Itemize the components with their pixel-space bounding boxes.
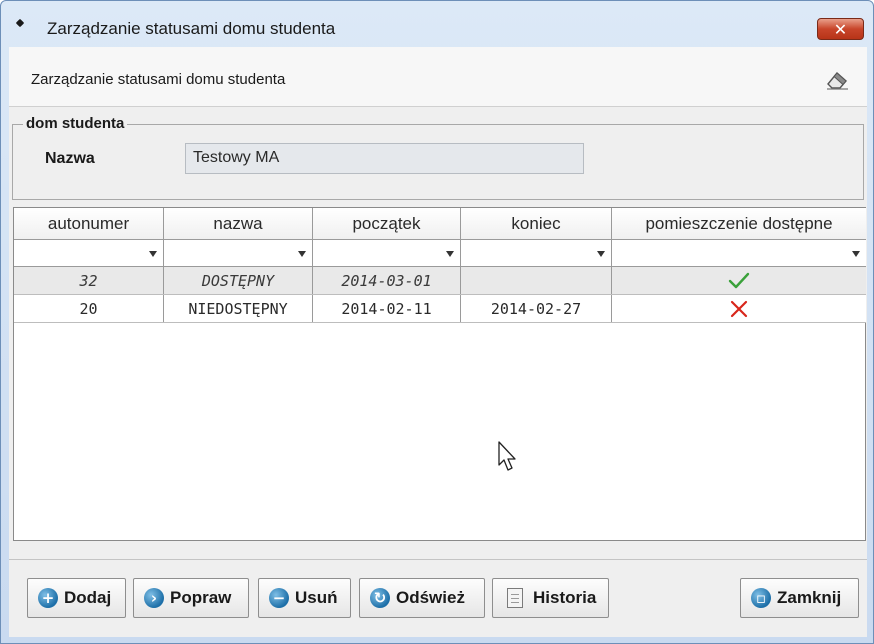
window-title: Zarządzanie statusami domu studenta bbox=[47, 19, 336, 38]
column-header-autonumer[interactable]: autonumer bbox=[14, 208, 164, 239]
add-button[interactable]: + Dodaj bbox=[27, 578, 126, 618]
table-row[interactable]: 20 NIEDOSTĘPNY 2014-02-11 2014-02-27 bbox=[14, 295, 866, 323]
cell-autonumer: 32 bbox=[14, 267, 164, 294]
filter-dostepne[interactable] bbox=[612, 240, 866, 266]
close-button-label: Zamknij bbox=[777, 588, 842, 607]
header-panel: Zarządzanie statusami domu studenta bbox=[9, 47, 867, 107]
history-button[interactable]: Historia bbox=[492, 578, 609, 618]
cell-poczatek: 2014-03-01 bbox=[313, 267, 461, 294]
cell-dostepne bbox=[612, 267, 866, 294]
history-button-label: Historia bbox=[533, 588, 597, 607]
cell-dostepne bbox=[612, 295, 866, 322]
title-bar[interactable]: Zarządzanie statusami domu studenta ✕ bbox=[1, 1, 873, 47]
column-header-dostepne[interactable]: pomieszczenie dostępne bbox=[612, 208, 866, 239]
column-header-koniec[interactable]: koniec bbox=[461, 208, 612, 239]
column-header-poczatek[interactable]: początek bbox=[313, 208, 461, 239]
table-filter-row bbox=[14, 240, 866, 267]
dorm-legend: dom studenta bbox=[23, 115, 128, 132]
header-title: Zarządzanie statusami domu studenta bbox=[31, 71, 286, 88]
filter-poczatek[interactable] bbox=[313, 240, 461, 266]
arrow-right-icon: › bbox=[144, 588, 164, 608]
add-button-label: Dodaj bbox=[64, 588, 112, 607]
cell-koniec bbox=[461, 267, 612, 294]
exit-icon: ▫ bbox=[751, 588, 771, 608]
filter-nazwa[interactable] bbox=[164, 240, 313, 266]
chevron-down-icon[interactable] bbox=[149, 251, 157, 257]
delete-button[interactable]: − Usuń bbox=[258, 578, 351, 618]
minus-icon: − bbox=[269, 588, 289, 608]
filter-koniec[interactable] bbox=[461, 240, 612, 266]
mouse-cursor-icon bbox=[498, 441, 516, 471]
close-button[interactable]: ▫ Zamknij bbox=[740, 578, 859, 618]
status-table: autonumer nazwa początek koniec pomieszc… bbox=[13, 207, 866, 541]
refresh-button[interactable]: ↻ Odśwież bbox=[359, 578, 485, 618]
chevron-down-icon[interactable] bbox=[852, 251, 860, 257]
delete-button-label: Usuń bbox=[295, 588, 338, 607]
dialog-content: Zarządzanie statusami domu studenta dom … bbox=[9, 47, 867, 637]
cell-nazwa: NIEDOSTĘPNY bbox=[164, 295, 313, 322]
check-icon bbox=[728, 272, 750, 288]
table-row[interactable]: 32 DOSTĘPNY 2014-03-01 bbox=[14, 267, 866, 295]
filter-autonumer[interactable] bbox=[14, 240, 164, 266]
refresh-icon: ↻ bbox=[370, 588, 390, 608]
cell-nazwa: DOSTĘPNY bbox=[164, 267, 313, 294]
column-header-nazwa[interactable]: nazwa bbox=[164, 208, 313, 239]
cross-icon bbox=[730, 300, 748, 317]
plus-icon: + bbox=[38, 588, 58, 608]
name-label: Nazwa bbox=[45, 150, 95, 167]
edit-button[interactable]: › Popraw bbox=[133, 578, 249, 618]
edit-button-label: Popraw bbox=[170, 588, 232, 607]
table-header-row: autonumer nazwa początek koniec pomieszc… bbox=[14, 208, 866, 240]
window-menu-icon[interactable] bbox=[15, 18, 25, 28]
chevron-down-icon[interactable] bbox=[597, 251, 605, 257]
chevron-down-icon[interactable] bbox=[446, 251, 454, 257]
cell-autonumer: 20 bbox=[14, 295, 164, 322]
chevron-down-icon[interactable] bbox=[298, 251, 306, 257]
refresh-button-label: Odśwież bbox=[396, 588, 465, 607]
cell-poczatek: 2014-02-11 bbox=[313, 295, 461, 322]
dialog-window: Zarządzanie statusami domu studenta ✕ Za… bbox=[0, 0, 874, 644]
document-icon bbox=[507, 588, 523, 608]
separator bbox=[9, 559, 867, 560]
cell-koniec: 2014-02-27 bbox=[461, 295, 612, 322]
eraser-icon[interactable] bbox=[824, 67, 850, 93]
name-field[interactable]: Testowy MA bbox=[185, 143, 584, 174]
window-close-button[interactable]: ✕ bbox=[817, 18, 864, 40]
